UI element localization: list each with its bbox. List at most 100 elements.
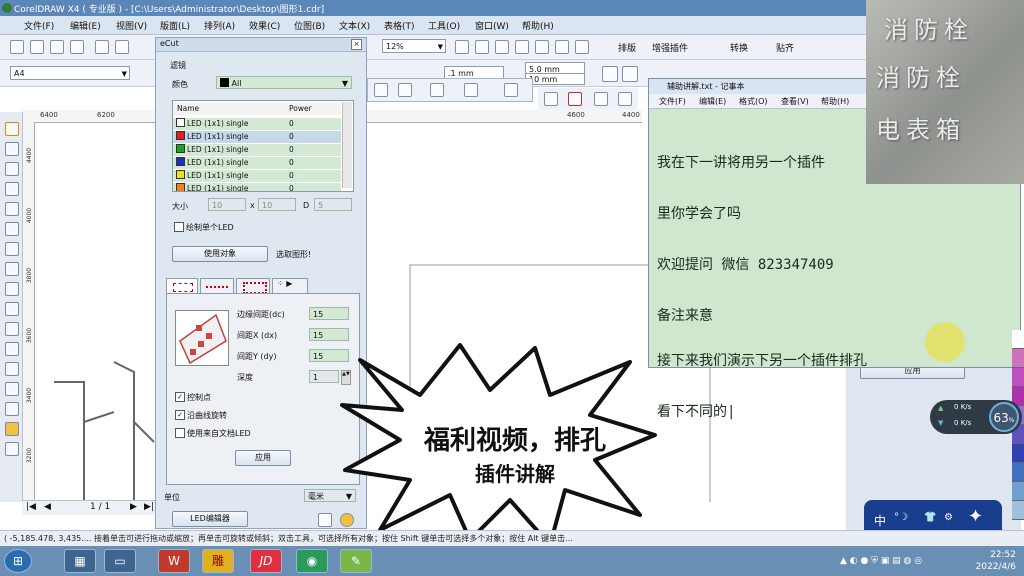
dots-icon[interactable]: [430, 83, 444, 97]
taskbar-app-icon[interactable]: ✎: [340, 549, 372, 573]
print-icon[interactable]: [70, 40, 84, 54]
zoom-width-icon[interactable]: [515, 40, 529, 54]
table-tool-icon[interactable]: [5, 342, 19, 356]
basic-shapes-icon[interactable]: [5, 302, 19, 316]
zoom-out-icon[interactable]: [475, 40, 489, 54]
menu-text[interactable]: 文本(X): [339, 19, 370, 32]
table-row[interactable]: LED (1x1) single 0: [173, 170, 341, 182]
duplicate-y-input[interactable]: 10 mm: [525, 73, 585, 85]
pick-tool-icon[interactable]: [5, 122, 19, 136]
zoom-in-icon[interactable]: [455, 40, 469, 54]
zoom-select[interactable]: 12% ▼: [382, 39, 446, 53]
palette-swatch[interactable]: [1012, 463, 1024, 482]
taskbar-app-icon[interactable]: ▦: [64, 549, 96, 573]
options-icon[interactable]: [575, 40, 589, 54]
new-icon[interactable]: [10, 40, 24, 54]
tool-icon[interactable]: [374, 83, 388, 97]
table-row[interactable]: LED (1x1) single 0: [173, 118, 341, 130]
first-page-icon[interactable]: |◀: [26, 502, 36, 512]
plugin-snap-button[interactable]: 贴齐: [776, 41, 794, 54]
menu-effects[interactable]: 效果(C): [249, 19, 280, 32]
last-page-icon[interactable]: ▶|: [144, 502, 154, 512]
palette-swatch[interactable]: [1012, 501, 1024, 520]
start-button[interactable]: ⊞: [4, 549, 32, 573]
table-row[interactable]: LED (1x1) single 0: [173, 131, 341, 143]
tray-icons[interactable]: ▲ ◐ ● ⛨ ▣ ▤ ◍ ◎: [840, 556, 922, 566]
margin-input[interactable]: 15: [309, 307, 349, 320]
shape-tool-icon[interactable]: [5, 142, 19, 156]
size-d-input[interactable]: 5: [314, 198, 352, 211]
plugin-layout-button[interactable]: 排版: [618, 41, 636, 54]
draw-single-checkbox[interactable]: [174, 222, 184, 232]
table-scrollbar[interactable]: [342, 102, 352, 188]
notepad-menu-help[interactable]: 帮助(H): [821, 96, 849, 107]
depth-input[interactable]: 1: [309, 370, 339, 383]
zoom-height-icon[interactable]: [535, 40, 549, 54]
cut-icon[interactable]: [95, 40, 109, 54]
zoom-tool-icon[interactable]: [5, 182, 19, 196]
taskbar-app-icon[interactable]: ▭: [104, 549, 136, 573]
menu-arrange[interactable]: 排列(A): [204, 19, 235, 32]
size-height-input[interactable]: 10: [258, 198, 296, 211]
palette-swatch[interactable]: [1012, 330, 1024, 349]
palette-swatch[interactable]: [1012, 368, 1024, 387]
grid-icon[interactable]: [555, 40, 569, 54]
color-select[interactable]: All ▼: [216, 76, 352, 89]
prev-page-icon[interactable]: ◀: [44, 502, 51, 512]
notepad-text-area-bottom[interactable]: 接下来我们演示下另一个插件排孔 看下不同的|: [657, 319, 867, 455]
apply-button[interactable]: 应用: [235, 450, 291, 466]
palette-swatch[interactable]: [1012, 482, 1024, 501]
tab-more[interactable]: ⁘ ▶: [272, 278, 308, 294]
ruler-icon[interactable]: [618, 92, 632, 106]
clock[interactable]: 22:52 2022/4/6: [976, 549, 1016, 573]
taskbar-app-icon[interactable]: W: [158, 549, 190, 573]
ellipse-tool-icon[interactable]: [5, 262, 19, 276]
table-icon[interactable]: [504, 83, 518, 97]
taskbar-app-icon[interactable]: 雕: [202, 549, 234, 573]
circle-target-icon[interactable]: [568, 92, 582, 106]
treat-as-filled-icon[interactable]: [622, 66, 638, 82]
taskbar-app-icon[interactable]: ◉: [296, 549, 328, 573]
notepad-menu-edit[interactable]: 编辑(E): [699, 96, 726, 107]
palette-swatch[interactable]: [1012, 349, 1024, 368]
notepad-menu-view[interactable]: 查看(V): [781, 96, 809, 107]
eyedropper-tool-icon[interactable]: [5, 382, 19, 396]
control-points-checkbox[interactable]: ✓: [175, 392, 185, 402]
taskbar-app-icon[interactable]: JD: [250, 549, 282, 573]
close-icon[interactable]: ×: [351, 39, 362, 50]
crop-tool-icon[interactable]: [5, 162, 19, 176]
menu-help[interactable]: 帮助(H): [522, 19, 554, 32]
wrench-icon[interactable]: [544, 92, 558, 106]
zoom-page-icon[interactable]: [495, 40, 509, 54]
polygon-tool-icon[interactable]: [5, 282, 19, 296]
text-tool-icon[interactable]: [5, 322, 19, 336]
smart-fill-icon[interactable]: [5, 222, 19, 236]
fill-tool-icon[interactable]: [5, 422, 19, 436]
target-icon[interactable]: [398, 83, 412, 97]
tab-line[interactable]: [200, 278, 234, 294]
menu-bitmap[interactable]: 位图(B): [294, 19, 325, 32]
open-icon[interactable]: [30, 40, 44, 54]
menu-view[interactable]: 视图(V): [116, 19, 147, 32]
notepad-menu-file[interactable]: 文件(F): [659, 96, 686, 107]
palette-swatch[interactable]: [1012, 444, 1024, 463]
tab-grid[interactable]: [236, 278, 270, 294]
refresh-icon[interactable]: [318, 513, 332, 527]
table-row[interactable]: LED (1x1) single 0: [173, 183, 341, 191]
plugin-enhance-button[interactable]: 增强插件: [652, 41, 688, 54]
blend-tool-icon[interactable]: [5, 362, 19, 376]
rectangle-tool-icon[interactable]: [5, 242, 19, 256]
outline-tool-icon[interactable]: [5, 402, 19, 416]
menu-window[interactable]: 窗口(W): [475, 19, 509, 32]
use-object-button[interactable]: 使用对象: [172, 246, 268, 262]
character-outline-shape[interactable]: [54, 361, 155, 502]
led-editor-button[interactable]: LED编辑器: [172, 511, 248, 527]
units-icon[interactable]: [602, 66, 618, 82]
size-width-input[interactable]: 10: [208, 198, 246, 211]
menu-tools[interactable]: 工具(O): [428, 19, 460, 32]
menu-table[interactable]: 表格(T): [384, 19, 415, 32]
freehand-tool-icon[interactable]: [5, 202, 19, 216]
grid-dots-icon[interactable]: [594, 92, 608, 106]
copy-icon[interactable]: [115, 40, 129, 54]
plugin-convert-button[interactable]: 转换: [730, 41, 748, 54]
